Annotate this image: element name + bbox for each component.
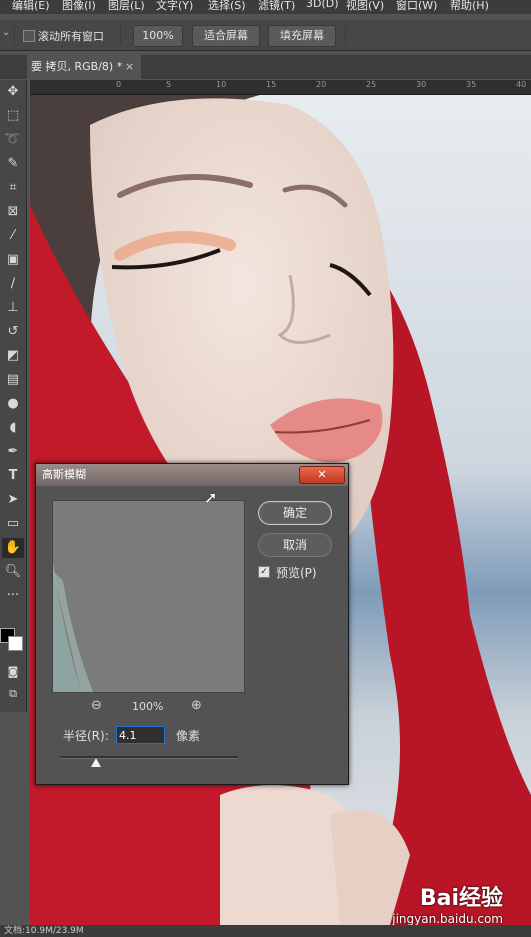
fill-screen-button[interactable]: 填充屏幕 bbox=[268, 25, 336, 47]
background-color-swatch[interactable] bbox=[8, 636, 23, 651]
zoom-tool-icon[interactable]: 🔍︎ bbox=[2, 562, 24, 582]
hand-tool-icon[interactable]: ✋ bbox=[2, 538, 24, 558]
rectangle-tool-icon[interactable]: ▭ bbox=[2, 514, 24, 534]
dialog-close-button[interactable]: ✕ bbox=[299, 466, 345, 484]
preview-label: 预览(P) bbox=[276, 566, 317, 580]
brush-tool-icon[interactable]: ∕ bbox=[2, 274, 24, 294]
watermark-url: jingyan.baidu.com bbox=[392, 912, 503, 926]
menu-3d[interactable]: 3D(D) bbox=[306, 0, 339, 10]
eraser-tool-icon[interactable]: ◩ bbox=[2, 346, 24, 366]
menu-view[interactable]: 视图(V) bbox=[346, 0, 384, 13]
watermark: Bai经验 jingyan.baidu.com bbox=[392, 880, 503, 926]
healing-brush-tool-icon[interactable]: ▣ bbox=[2, 250, 24, 270]
path-select-tool-icon[interactable]: ➤ bbox=[2, 490, 24, 510]
fit-screen-button[interactable]: 适合屏幕 bbox=[192, 25, 260, 47]
dodge-tool-icon[interactable]: ◖ bbox=[2, 418, 24, 438]
document-tab-bar: 要 拷贝, RGB/8) * × bbox=[0, 55, 531, 79]
pen-tool-icon[interactable]: ✒ bbox=[2, 442, 24, 462]
ruler-label: 25 bbox=[366, 80, 377, 89]
frame-tool-icon[interactable]: ⊠ bbox=[2, 202, 24, 222]
eyedropper-tool-icon[interactable]: ⁄ bbox=[2, 226, 24, 246]
watermark-logo: Bai经验 bbox=[419, 886, 503, 911]
ruler-label: 10 bbox=[216, 80, 227, 89]
marquee-tool-icon[interactable]: ⬚ bbox=[2, 106, 24, 126]
menu-window[interactable]: 窗口(W) bbox=[396, 0, 437, 13]
document-tab[interactable]: 要 拷贝, RGB/8) * × bbox=[27, 55, 141, 79]
quick-select-tool-icon[interactable]: ✎ bbox=[2, 154, 24, 174]
cancel-button[interactable]: 取消 bbox=[258, 533, 332, 557]
radius-input[interactable] bbox=[116, 726, 165, 744]
menu-filter[interactable]: 滤镜(T) bbox=[258, 0, 295, 13]
gradient-tool-icon[interactable]: ▤ bbox=[2, 370, 24, 390]
menu-layer[interactable]: 图层(L) bbox=[108, 0, 145, 13]
menu-image[interactable]: 图像(I) bbox=[62, 0, 96, 13]
preview-image bbox=[53, 501, 244, 692]
menu-select[interactable]: 选择(S) bbox=[208, 0, 246, 13]
gaussian-blur-dialog: 高斯模糊 ✕ ⊖ 100% ⊕ 确定 取消 ✓ 预览(P) 半径(R): 像素 bbox=[35, 463, 349, 785]
ruler-label: 40 bbox=[516, 80, 527, 89]
status-bar: 文档:10.9M/23.9M bbox=[0, 925, 531, 937]
radius-slider-track[interactable] bbox=[60, 756, 238, 759]
preview-checkbox[interactable]: ✓ bbox=[258, 566, 270, 578]
ruler-label: 35 bbox=[466, 80, 477, 89]
divider bbox=[120, 26, 121, 44]
ruler-label: 20 bbox=[316, 80, 327, 89]
crop-tool-icon[interactable]: ⌗ bbox=[2, 178, 24, 198]
stamp-tool-icon[interactable]: ⊥ bbox=[2, 298, 24, 318]
ok-button[interactable]: 确定 bbox=[258, 501, 332, 525]
menu-help[interactable]: 帮助(H) bbox=[450, 0, 489, 13]
zoom-out-icon[interactable]: ⊖ bbox=[91, 698, 102, 713]
radius-slider-thumb[interactable] bbox=[90, 758, 101, 767]
ruler-label: 30 bbox=[416, 80, 427, 89]
ruler-label: 15 bbox=[266, 80, 277, 89]
lasso-tool-icon[interactable]: ➰ bbox=[2, 130, 24, 150]
divider bbox=[14, 26, 15, 44]
blur-preview[interactable] bbox=[52, 500, 245, 693]
mouse-cursor-icon: ➚ bbox=[204, 488, 218, 507]
scroll-all-checkbox[interactable] bbox=[23, 30, 35, 42]
blur-tool-icon[interactable]: ● bbox=[2, 394, 24, 414]
chevron-down-icon[interactable]: ⌄ bbox=[2, 27, 10, 38]
menu-edit[interactable]: 编辑(E) bbox=[12, 0, 50, 13]
status-text: 文档:10.9M/23.9M bbox=[4, 926, 84, 936]
divider bbox=[345, 26, 346, 44]
menu-type[interactable]: 文字(Y) bbox=[156, 0, 193, 13]
quick-mask-icon[interactable]: ◙ bbox=[2, 662, 24, 682]
preview-zoom-level: 100% bbox=[132, 700, 164, 713]
zoom-100-button[interactable]: 100% bbox=[133, 25, 183, 47]
type-tool-icon[interactable]: T bbox=[2, 466, 24, 486]
scroll-all-label: 滚动所有窗口 bbox=[38, 30, 104, 43]
horizontal-ruler: 0 5 10 15 20 25 30 35 40 bbox=[30, 80, 531, 95]
options-bar: ⌄ 滚动所有窗口 100% 适合屏幕 填充屏幕 bbox=[0, 20, 531, 51]
move-tool-icon[interactable]: ✥ bbox=[2, 82, 24, 102]
radius-label: 半径(R): bbox=[63, 729, 109, 743]
history-brush-tool-icon[interactable]: ↺ bbox=[2, 322, 24, 342]
ruler-label: 0 bbox=[116, 80, 122, 89]
ruler-label: 5 bbox=[166, 80, 172, 89]
tools-panel: ✥ ⬚ ➰ ✎ ⌗ ⊠ ⁄ ▣ ∕ ⊥ ↺ ◩ ▤ ● ◖ ✒ T ➤ ▭ ✋ … bbox=[0, 80, 27, 712]
menu-bar: 编辑(E) 图像(I) 图层(L) 文字(Y) 选择(S) 滤镜(T) 3D(D… bbox=[0, 0, 531, 14]
more-tools-icon[interactable]: ··· bbox=[2, 586, 24, 606]
document-tab-title: 要 拷贝, RGB/8) * bbox=[31, 60, 123, 73]
zoom-in-icon[interactable]: ⊕ bbox=[191, 698, 202, 713]
close-icon[interactable]: × bbox=[125, 55, 134, 79]
screen-mode-icon[interactable]: ⧉ bbox=[2, 684, 24, 704]
radius-unit: 像素 bbox=[176, 729, 201, 743]
dialog-title: 高斯模糊 bbox=[42, 468, 86, 481]
